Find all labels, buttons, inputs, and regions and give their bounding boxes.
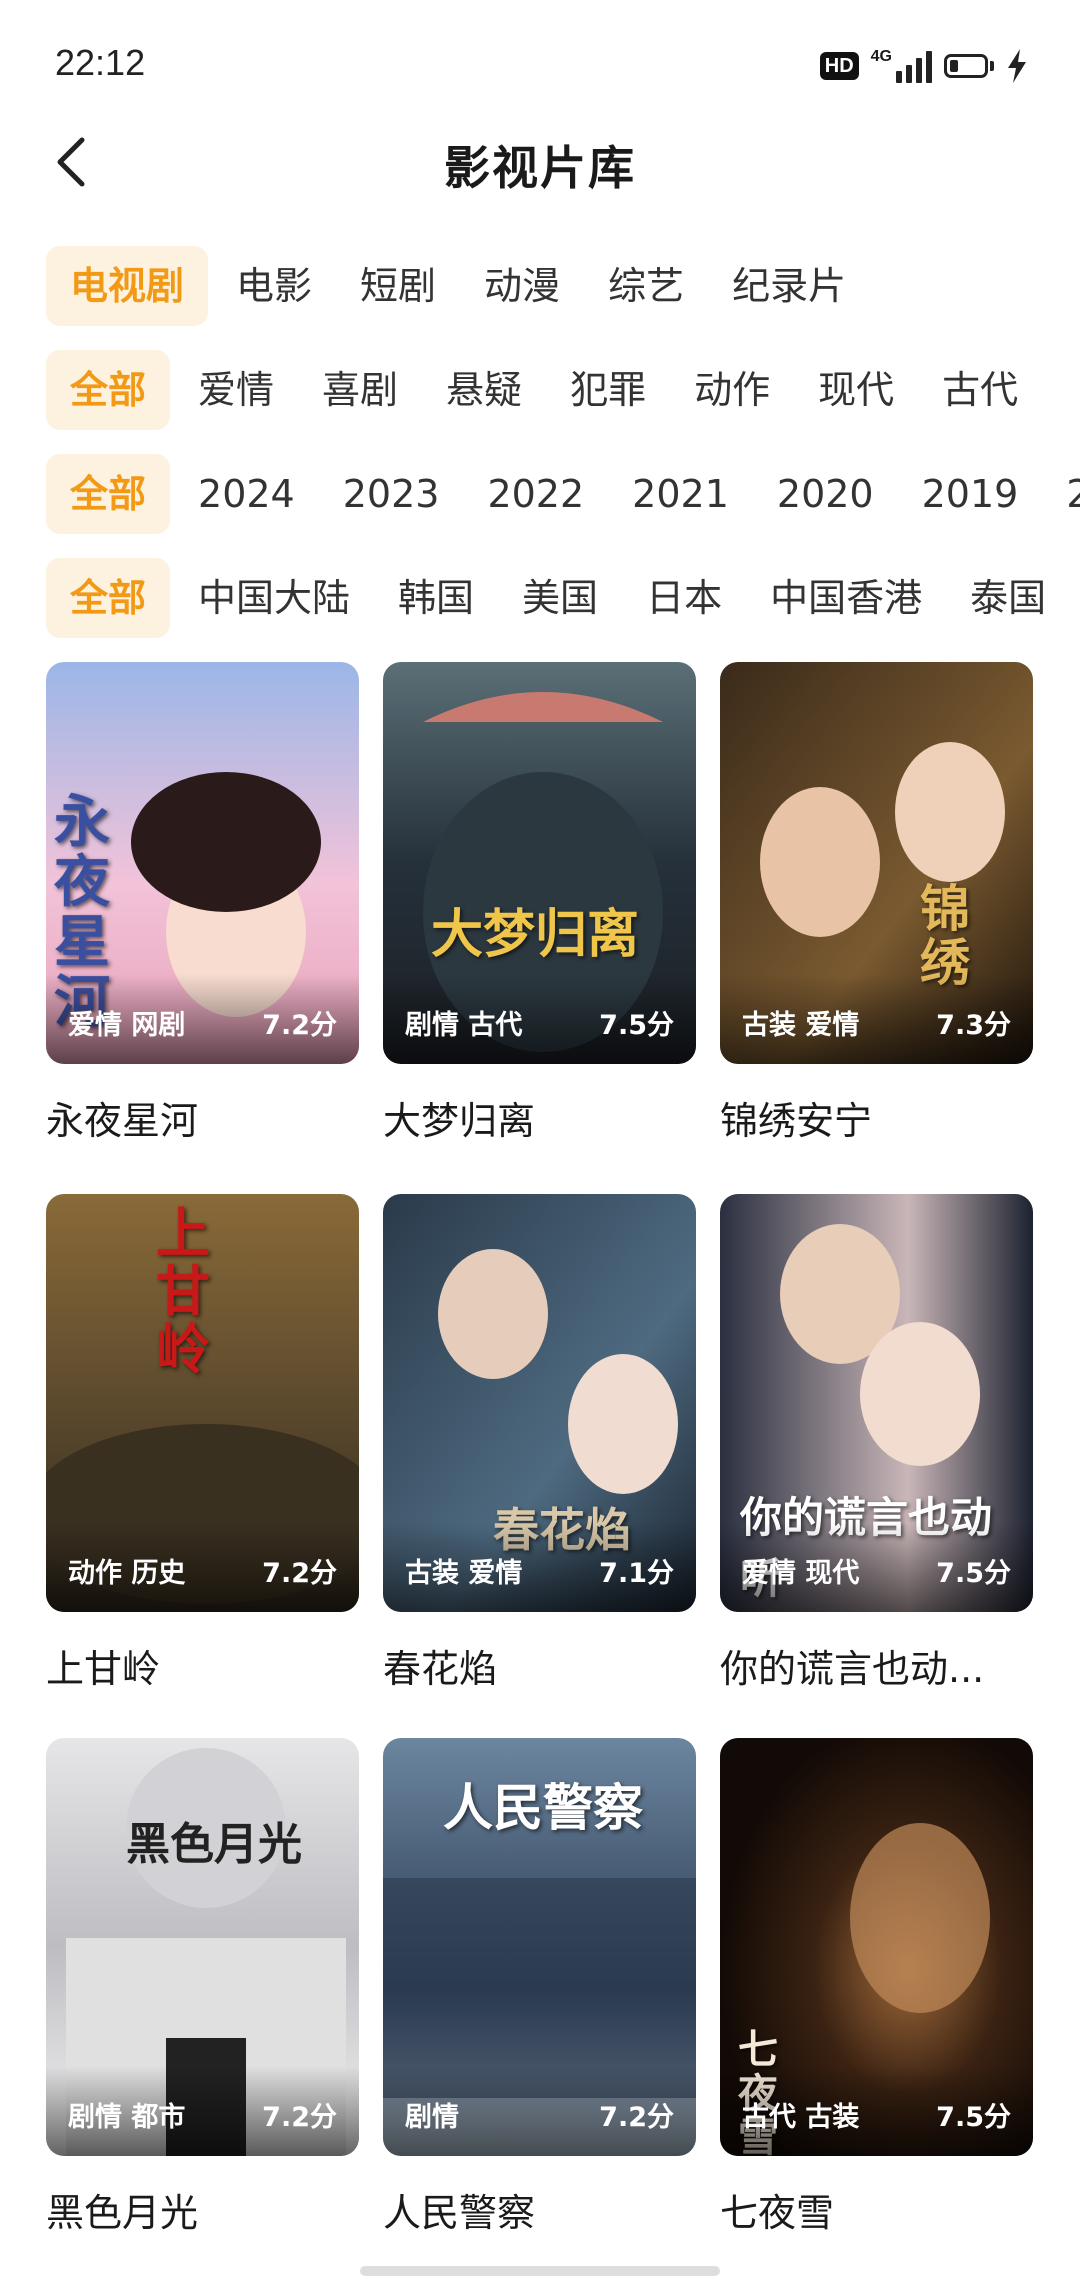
network-type: 4G	[870, 48, 892, 65]
type-filter-row: 电视剧 电影 短剧 动漫 综艺 纪录片	[0, 246, 1080, 326]
chip-type-anime[interactable]: 动漫	[460, 246, 584, 326]
genre-filter-track: 全部 爱情 喜剧 悬疑 犯罪 动作 现代 古代	[46, 350, 1042, 430]
movie-score: 7.5分	[936, 2102, 1011, 2133]
poster-title-art: 大梦归离	[431, 904, 640, 965]
movie-card[interactable]: 大梦归离 剧情 古代 7.5分 大梦归离	[383, 662, 696, 1145]
movie-title: 大梦归离	[383, 1099, 536, 1143]
poster-image: 黑色月光 剧情 都市 7.2分	[46, 1738, 359, 2156]
chip-type-short[interactable]: 短剧	[336, 246, 460, 326]
movie-score: 7.2分	[262, 1558, 337, 1589]
movie-card[interactable]: 春花焰 古装 爱情 7.1分 春花焰	[383, 1194, 696, 1693]
movie-tags: 剧情	[405, 2102, 459, 2133]
movie-tags: 古装 爱情	[405, 1558, 523, 1589]
movie-title: 你的谎言也动...	[720, 1647, 985, 1691]
chip-year-2023[interactable]: 2023	[319, 454, 464, 534]
movie-tags: 剧情 古代	[405, 1010, 523, 1041]
chip-type-variety[interactable]: 综艺	[584, 246, 708, 326]
year-filter-track: 全部 2024 2023 2022 2021 2020 2019 2018	[46, 454, 1080, 534]
chip-genre-crime[interactable]: 犯罪	[546, 350, 670, 430]
poster-image: 春花焰 古装 爱情 7.1分	[383, 1194, 696, 1612]
movie-title: 人民警察	[383, 2191, 536, 2235]
chip-region-korea[interactable]: 韩国	[374, 558, 498, 638]
chip-year-2018[interactable]: 2018	[1042, 454, 1080, 534]
chip-region-all[interactable]: 全部	[46, 558, 171, 638]
chip-genre-action[interactable]: 动作	[670, 350, 794, 430]
chip-region-mainland[interactable]: 中国大陆	[174, 558, 374, 638]
chip-genre-ancient[interactable]: 古代	[918, 350, 1042, 430]
chip-year-2019[interactable]: 2019	[898, 454, 1043, 534]
hd-icon: HD	[819, 52, 859, 80]
poster-image: 永夜星河 爱情 网剧 7.2分	[46, 662, 359, 1064]
chip-region-thailand[interactable]: 泰国	[946, 558, 1070, 638]
movie-card[interactable]: 永夜星河 爱情 网剧 7.2分 永夜星河	[46, 662, 359, 1145]
chip-region-hongkong[interactable]: 中国香港	[746, 558, 946, 638]
chip-year-2021[interactable]: 2021	[608, 454, 753, 534]
movie-title: 七夜雪	[720, 2191, 835, 2235]
movie-title: 黑色月光	[46, 2191, 199, 2235]
chip-genre-comedy[interactable]: 喜剧	[298, 350, 422, 430]
movie-card[interactable]: 黑色月光 剧情 都市 7.2分 黑色月光	[46, 1738, 359, 2237]
battery-tip	[990, 61, 994, 71]
chip-region-japan[interactable]: 日本	[622, 558, 746, 638]
poster-image: 上甘岭 动作 历史 7.2分	[46, 1194, 359, 1612]
poster-image: 人民警察 剧情 7.2分	[383, 1738, 696, 2156]
movie-score: 7.2分	[262, 1010, 337, 1041]
genre-filter-row: 全部 爱情 喜剧 悬疑 犯罪 动作 现代 古代	[0, 350, 1080, 430]
movie-grid: 永夜星河 爱情 网剧 7.2分 永夜星河 大梦归离 剧情 古代 7.5分 大梦归…	[46, 660, 1036, 2260]
chip-type-documentary[interactable]: 纪录片	[708, 246, 870, 326]
status-icons: HD 4G	[819, 48, 1028, 84]
movie-score: 7.5分	[599, 1010, 674, 1041]
movie-tags: 古代 古装	[742, 2102, 860, 2133]
movie-tags: 爱情 现代	[742, 1558, 860, 1589]
movie-tags: 古装 爱情	[742, 1010, 860, 1041]
battery-icon	[944, 54, 988, 78]
poster-image: 七夜雪 古代 古装 7.5分	[720, 1738, 1033, 2156]
movie-title: 上甘岭	[46, 1647, 161, 1691]
chip-type-tv[interactable]: 电视剧	[46, 246, 209, 326]
movie-score: 7.2分	[599, 2102, 674, 2133]
chip-genre-all[interactable]: 全部	[46, 350, 171, 430]
chip-region-usa[interactable]: 美国	[498, 558, 622, 638]
header: 影视片库	[0, 120, 1080, 205]
movie-score: 7.3分	[936, 1010, 1011, 1041]
chip-type-movie[interactable]: 电影	[212, 246, 336, 326]
movie-card[interactable]: 人民警察 剧情 7.2分 人民警察	[383, 1738, 696, 2237]
movie-card[interactable]: 七夜雪 古代 古装 7.5分 七夜雪	[720, 1738, 1033, 2237]
poster-title-art: 人民警察	[443, 1778, 643, 1837]
page-title: 影视片库	[444, 141, 636, 195]
poster-title-art: 黑色月光	[126, 1819, 302, 1870]
poster-title-art: 上甘岭	[156, 1201, 210, 1381]
home-indicator[interactable]	[360, 2266, 720, 2276]
poster-image: 大梦归离 剧情 古代 7.5分	[383, 662, 696, 1064]
movie-title: 永夜星河	[46, 1099, 199, 1143]
chip-genre-modern[interactable]: 现代	[794, 350, 918, 430]
status-time: 22:12	[55, 42, 146, 83]
charging-icon	[1008, 49, 1026, 83]
movie-score: 7.2分	[262, 2102, 337, 2133]
chip-year-all[interactable]: 全部	[46, 454, 171, 534]
movie-card[interactable]: 上甘岭 动作 历史 7.2分 上甘岭	[46, 1194, 359, 1693]
movie-tags: 爱情 网剧	[68, 1010, 186, 1041]
chip-genre-mystery[interactable]: 悬疑	[422, 350, 546, 430]
movie-card[interactable]: 你的谎言也动听 爱情 现代 7.5分 你的谎言也动...	[720, 1194, 1033, 1693]
chip-year-2020[interactable]: 2020	[753, 454, 898, 534]
region-filter-row: 全部 中国大陆 韩国 美国 日本 中国香港 泰国	[0, 558, 1080, 638]
movie-tags: 动作 历史	[68, 1558, 186, 1589]
movie-card[interactable]: 锦绣 古装 爱情 7.3分 锦绣安宁	[720, 662, 1033, 1145]
movie-tags: 剧情 都市	[68, 2102, 186, 2133]
chip-year-2024[interactable]: 2024	[174, 454, 319, 534]
movie-title: 锦绣安宁	[720, 1099, 873, 1143]
chip-year-2022[interactable]: 2022	[463, 454, 608, 534]
poster-image: 锦绣 古装 爱情 7.3分	[720, 662, 1033, 1064]
movie-score: 7.5分	[936, 1558, 1011, 1589]
chip-genre-romance[interactable]: 爱情	[174, 350, 298, 430]
year-filter-row: 全部 2024 2023 2022 2021 2020 2019 2018	[0, 454, 1080, 534]
poster-image: 你的谎言也动听 爱情 现代 7.5分	[720, 1194, 1033, 1612]
movie-title: 春花焰	[383, 1647, 498, 1691]
cellular-signal-icon: 4G	[871, 49, 932, 83]
status-bar: 22:12 HD 4G	[0, 0, 1080, 120]
type-filter-track: 电视剧 电影 短剧 动漫 综艺 纪录片	[46, 246, 870, 326]
movie-score: 7.1分	[599, 1558, 674, 1589]
region-filter-track: 全部 中国大陆 韩国 美国 日本 中国香港 泰国	[46, 558, 1070, 638]
